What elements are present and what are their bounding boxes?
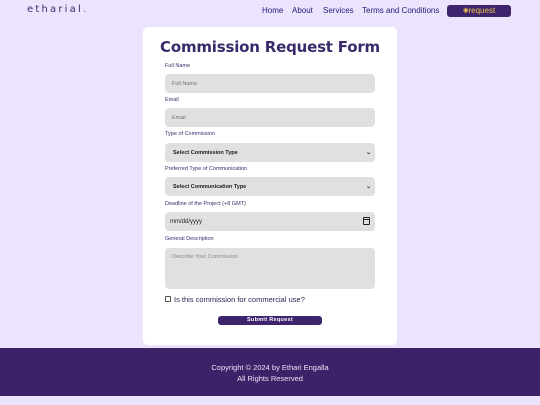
- deadline-value: mm/dd/yyyy: [170, 218, 203, 225]
- chevron-down-icon: ⌄: [365, 184, 371, 190]
- chevron-down-icon: ⌄: [365, 150, 371, 156]
- nav-link-home[interactable]: Home: [262, 6, 283, 15]
- footer-copyright: Copyright © 2024 by Ethari Engalla: [211, 363, 329, 372]
- email-input[interactable]: [165, 108, 375, 127]
- commission-form-card: Commission Request Form Full Name Email …: [143, 27, 397, 345]
- deadline-date-input[interactable]: mm/dd/yyyy: [165, 212, 375, 231]
- full-name-input[interactable]: [165, 74, 375, 93]
- description-placeholder: Describe Your Commission: [172, 254, 239, 260]
- deadline-label: Deadline of the Project (+8 GMT): [165, 201, 246, 207]
- full-name-label: Full Name: [165, 63, 191, 69]
- form-title: Commission Request Form: [160, 38, 380, 56]
- logo-dot: .: [82, 4, 89, 15]
- nav-link-about[interactable]: About: [292, 6, 313, 15]
- commission-type-selected: Select Commission Type: [173, 149, 238, 156]
- request-button-label: request: [468, 6, 496, 15]
- logo-text: etharial: [27, 4, 83, 15]
- communication-type-selected: Select Communication Type: [173, 183, 247, 190]
- footer-rights: All Rights Reserved: [237, 374, 303, 383]
- navbar: etharial. Home About Services Terms and …: [0, 0, 540, 24]
- calendar-icon[interactable]: [363, 217, 370, 225]
- description-label: General Description: [165, 236, 214, 242]
- commission-type-label: Type of Commission: [165, 131, 215, 137]
- commercial-use-label: Is this commission for commercial use?: [174, 295, 305, 304]
- logo[interactable]: etharial.: [27, 4, 88, 15]
- commercial-use-checkbox[interactable]: [165, 296, 171, 302]
- request-button[interactable]: ◉request: [447, 5, 511, 17]
- submit-request-button[interactable]: Submit Request: [218, 316, 322, 325]
- description-textarea[interactable]: Describe Your Commission: [165, 248, 375, 289]
- footer: Copyright © 2024 by Ethari Engalla All R…: [0, 348, 540, 396]
- email-label: Email: [165, 97, 179, 103]
- nav-link-terms[interactable]: Terms and Conditions: [362, 6, 439, 15]
- nav-link-services[interactable]: Services: [323, 6, 354, 15]
- communication-type-label: Preferred Type of Communication: [165, 166, 248, 172]
- commission-type-select[interactable]: Select Commission Type ⌄: [165, 143, 375, 162]
- communication-type-select[interactable]: Select Communication Type ⌄: [165, 177, 375, 196]
